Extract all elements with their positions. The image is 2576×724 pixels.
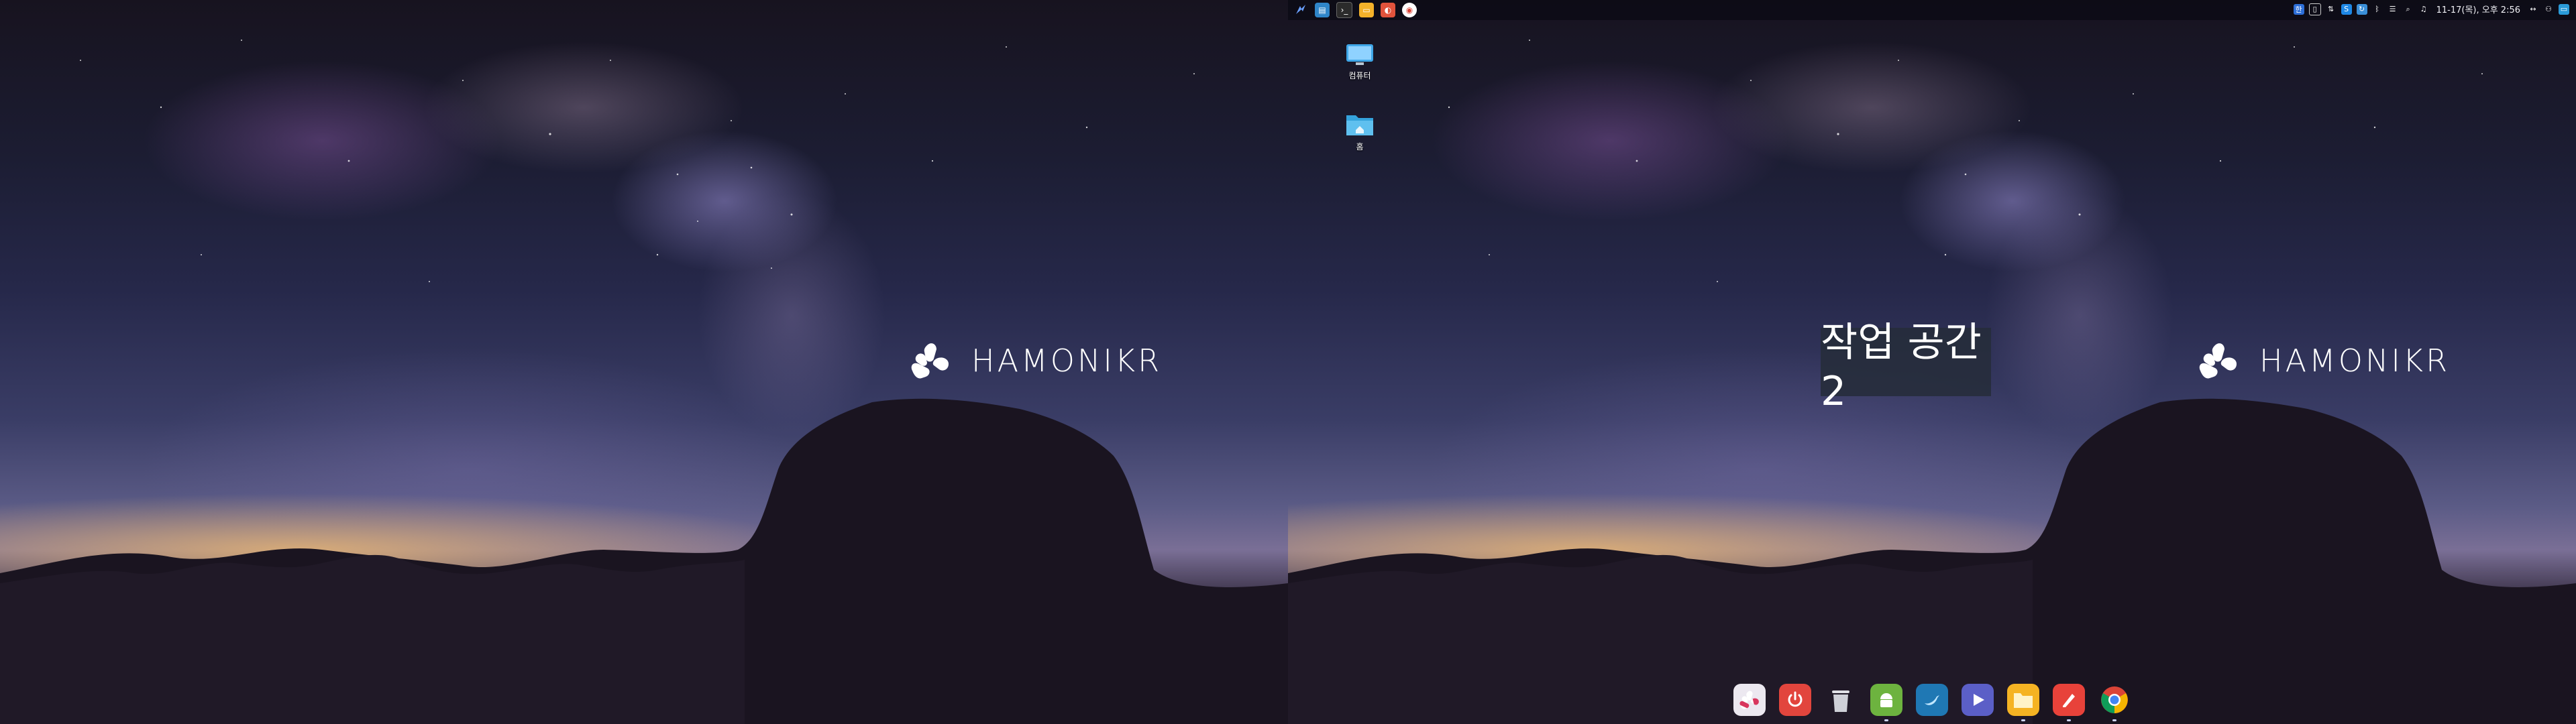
running-indicator	[2112, 719, 2116, 721]
chrome-icon[interactable]	[2098, 684, 2131, 721]
chrome-icon[interactable]: ◉	[1402, 3, 1417, 17]
bluetooth-icon[interactable]: ᛒ	[2372, 4, 2383, 15]
hamonikr-mark-icon	[907, 339, 954, 383]
user-icon[interactable]: ⚇	[2543, 4, 2554, 15]
hamonikr-logo: HAMONIKR	[2195, 339, 2450, 383]
search-icon[interactable]: ⌕	[2403, 4, 2414, 15]
power-icon[interactable]	[1779, 684, 1811, 716]
android-app-icon[interactable]	[1870, 684, 1902, 721]
running-indicator	[2021, 719, 2025, 721]
browser-icon[interactable]: ◐	[1381, 3, 1395, 17]
clipboard-icon[interactable]: ▯	[2308, 3, 2321, 15]
expand-icon[interactable]: ↔	[2528, 4, 2538, 15]
menu-launcher-icon[interactable]	[1293, 3, 1308, 17]
update-icon[interactable]: ↻	[2356, 3, 2367, 15]
skype-icon[interactable]: S	[2341, 3, 2352, 15]
home-folder-icon	[1346, 115, 1373, 135]
notes-icon[interactable]: ☰	[2387, 4, 2398, 15]
desktop-icon-computer[interactable]: 컴퓨터	[1330, 43, 1390, 81]
hamonikr-logo-text: HAMONIKR	[971, 343, 1163, 379]
hamonikr-menu-icon[interactable]	[1733, 684, 1766, 716]
network-icon[interactable]: ⇅	[2326, 4, 2337, 15]
text-editor-icon[interactable]	[2053, 684, 2085, 721]
app-store-icon[interactable]: ▤	[1315, 3, 1330, 17]
running-indicator	[2067, 719, 2071, 721]
media-player-icon[interactable]	[1962, 684, 1994, 716]
running-indicator	[1884, 719, 1888, 721]
hamonikr-logo-text: HAMONIKR	[2259, 343, 2451, 379]
system-tray: 한 ▯ ⇅ S ↻ ᛒ ☰ ⌕ ♫ 11-17(목), 오후 2:56 ↔ ⚇ …	[2293, 3, 2569, 15]
desktop-icon-home[interactable]: 홈	[1330, 111, 1390, 152]
terminal-icon[interactable]: ›_	[1336, 2, 1352, 18]
computer-icon	[1346, 44, 1373, 65]
files-icon[interactable]: ▭	[1359, 3, 1374, 17]
hamonikr-logo: HAMONIKR	[907, 339, 1162, 383]
input-method-icon[interactable]: 한	[2293, 3, 2304, 15]
trash-icon[interactable]	[1825, 684, 1857, 716]
right-monitor-desktop: HAMONIKR ▤ ›_ ▭ ◐ ◉ 한 ▯ ⇅ S ↻ ᛒ ☰ ⌕ ♫ 11…	[1288, 0, 2576, 724]
bird-app-icon[interactable]	[1916, 684, 1948, 716]
left-monitor-desktop: HAMONIKR	[0, 0, 1288, 724]
file-manager-icon[interactable]	[2007, 684, 2039, 721]
show-desktop-icon[interactable]: ▭	[2559, 3, 2569, 15]
desktop-icon-label: 컴퓨터	[1348, 71, 1371, 80]
panel-clock[interactable]: 11-17(목), 오후 2:56	[2436, 3, 2520, 15]
hamonikr-mark-icon	[2195, 339, 2242, 383]
workspace-switch-osd: 작업 공간 2	[1821, 319, 1991, 415]
volume-icon[interactable]: ♫	[2418, 4, 2429, 15]
panel-launchers: ▤ ›_ ▭ ◐ ◉	[1293, 2, 1417, 18]
dock	[1733, 684, 2131, 721]
top-panel: ▤ ›_ ▭ ◐ ◉ 한 ▯ ⇅ S ↻ ᛒ ☰ ⌕ ♫ 11-17(목), 오…	[1288, 0, 2576, 20]
desktop-icon-label: 홈	[1356, 142, 1364, 152]
